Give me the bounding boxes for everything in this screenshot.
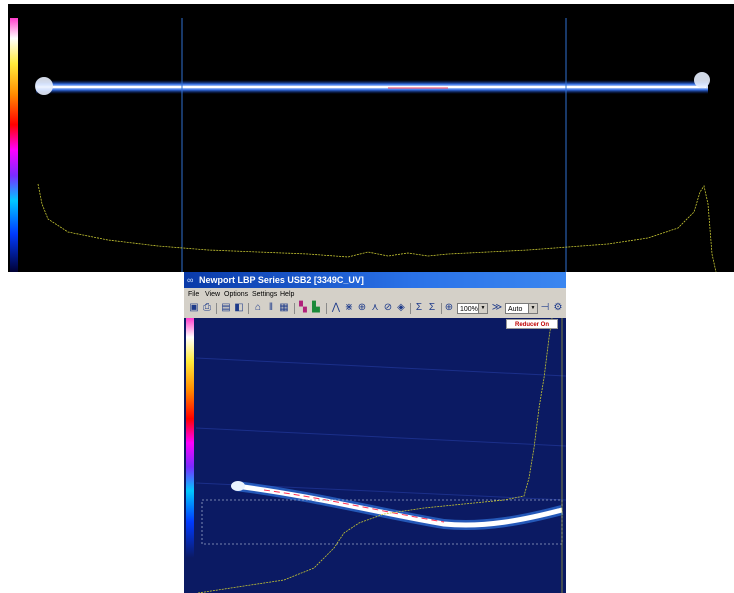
toolbar: ▣ ⎙ ▤ ◧ ⌂ ‖ ▦ ▚ ▙ ⋀ ⋇ ⊕ ⋏ ⊘ ◈ Σ Σ ⊕ 100%…: [184, 300, 566, 318]
rotate-icon[interactable]: ◈: [395, 302, 407, 314]
gain-value: Auto: [508, 306, 523, 313]
top-beam-end-left: [35, 77, 53, 95]
menu-options[interactable]: Options: [224, 289, 248, 300]
toolbar-separator: [294, 303, 295, 314]
crosshair-icon[interactable]: ⊕: [356, 302, 368, 314]
menu-view[interactable]: View: [205, 289, 220, 300]
options-icon[interactable]: ⚙: [552, 302, 564, 314]
toolbar-separator: [410, 303, 411, 314]
app-window: ∞ Newport LBP Series USB2 [3349C_UV] Fil…: [184, 272, 566, 593]
window-title: Newport LBP Series USB2 [3349C_UV]: [199, 275, 364, 285]
toolbar-separator: [248, 303, 249, 314]
chevron-down-icon[interactable]: ▼: [528, 304, 537, 313]
palette-icon[interactable]: ▚: [297, 302, 309, 314]
reducer-status-badge: Reducer On: [506, 319, 558, 329]
2d-icon[interactable]: ⋇: [343, 302, 355, 314]
title-bar[interactable]: ∞ Newport LBP Series USB2 [3349C_UV]: [184, 272, 566, 288]
print-icon[interactable]: ⎙: [201, 302, 213, 314]
capture-icon[interactable]: ◧: [233, 302, 245, 314]
ellipse-icon[interactable]: ⊘: [382, 302, 394, 314]
open-icon[interactable]: ▣: [188, 302, 200, 314]
menu-help[interactable]: Help: [280, 289, 294, 300]
menu-settings[interactable]: Settings: [252, 289, 277, 300]
noise-streak: [195, 427, 566, 447]
beam-view-area: [184, 318, 566, 593]
beam-end: [231, 481, 245, 491]
top-beam-end-right: [694, 72, 710, 88]
profile-icon[interactable]: ⋀: [330, 302, 342, 314]
adjust-icon[interactable]: ⊣: [539, 302, 551, 314]
zoom-value: 100%: [460, 306, 478, 313]
toolbar-separator: [441, 303, 442, 314]
top-beam-image: [35, 18, 717, 272]
vertical-profile-trace: [197, 318, 553, 593]
gain-icon[interactable]: ≫: [491, 302, 503, 314]
scale-icon[interactable]: Σ: [426, 302, 438, 314]
menu-file[interactable]: File: [188, 289, 199, 300]
noise-streak: [195, 357, 566, 377]
toolbar-separator: [326, 303, 327, 314]
settings-icon[interactable]: ▦: [278, 302, 290, 314]
beam-image: [195, 318, 566, 593]
gaussian-icon[interactable]: ⋏: [369, 302, 381, 314]
zoom-select[interactable]: 100% ▼: [457, 303, 488, 314]
gain-select[interactable]: Auto ▼: [505, 303, 538, 314]
top-profile-trace: [37, 183, 717, 272]
chevron-down-icon[interactable]: ▼: [478, 304, 487, 313]
camera-icon[interactable]: ⌂: [252, 302, 264, 314]
save-icon[interactable]: ▤: [220, 302, 232, 314]
top-beam-view: [8, 4, 734, 272]
camera-icon: ∞: [187, 275, 194, 285]
freeze-icon[interactable]: ‖: [265, 302, 277, 314]
background-icon[interactable]: ▙: [310, 302, 322, 314]
menu-bar: File View Options Settings Help: [184, 289, 566, 300]
toolbar-separator: [216, 303, 217, 314]
zoom-icon[interactable]: ⊕: [443, 302, 455, 314]
stats-icon[interactable]: Σ: [413, 302, 425, 314]
